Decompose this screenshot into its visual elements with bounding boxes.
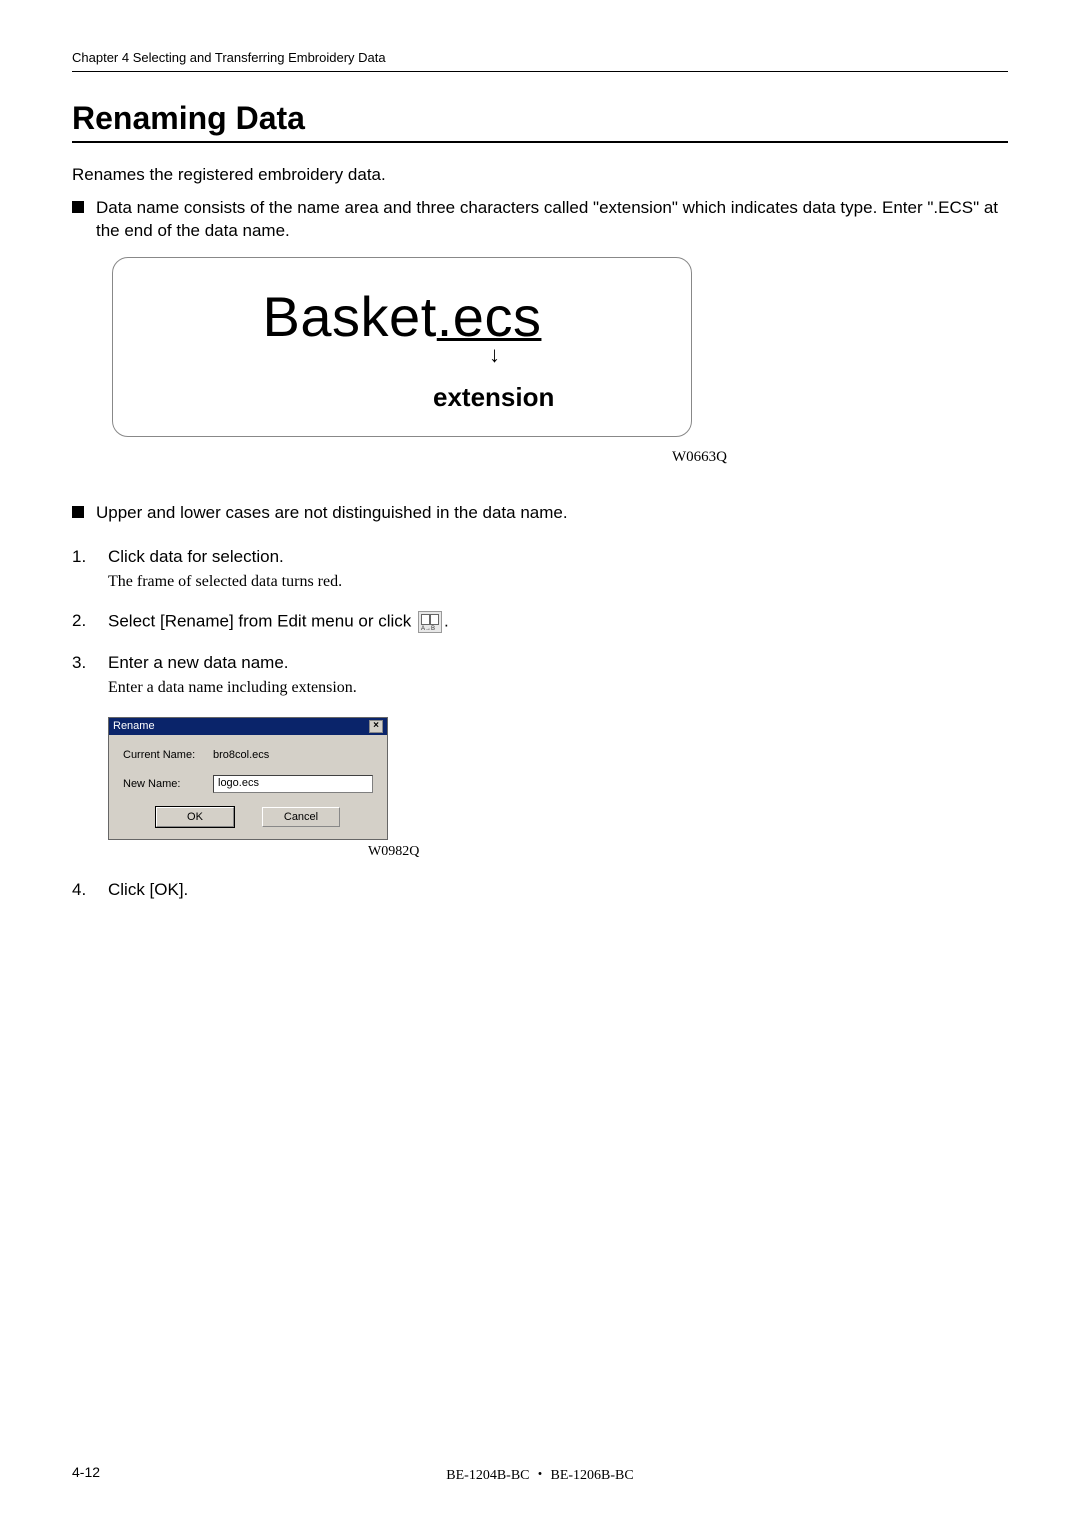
step-number: 3.	[72, 653, 108, 673]
step-2: 2. Select [Rename] from Edit menu or cli…	[72, 611, 1008, 633]
dialog-title-text: Rename	[113, 720, 155, 732]
current-name-value: bro8col.ecs	[213, 749, 269, 761]
step-4: 4. Click [OK].	[72, 880, 1008, 900]
new-name-row: New Name: logo.ecs	[123, 775, 373, 793]
arrow-down-icon: ↓	[489, 344, 500, 366]
page-footer: 4-12 BE-1204B-BC ・ BE-1206B-BC	[72, 1464, 1008, 1480]
rename-dialog-wrap: Rename × Current Name: bro8col.ecs New N…	[108, 717, 1008, 840]
current-name-row: Current Name: bro8col.ecs	[123, 749, 373, 761]
diagram-container: Basket.ecs ↓ extension	[112, 257, 1008, 437]
step-1: 1. Click data for selection. The frame o…	[72, 547, 1008, 591]
bullet-square-icon	[72, 506, 84, 518]
page-header: Chapter 4 Selecting and Transferring Emb…	[72, 50, 1008, 72]
step-text: Click data for selection.	[108, 547, 284, 567]
extension-label: extension	[433, 382, 554, 413]
diagram-code: W0663Q	[672, 449, 1008, 466]
diagram-box: Basket.ecs ↓ extension	[112, 257, 692, 437]
dialog-code: W0982Q	[368, 844, 1008, 860]
bullet-text-1: Data name consists of the name area and …	[96, 197, 1008, 243]
step-text: Select [Rename] from Edit menu or click …	[108, 611, 449, 633]
rename-dialog: Rename × Current Name: bro8col.ecs New N…	[108, 717, 388, 840]
dialog-body: Current Name: bro8col.ecs New Name: logo…	[109, 735, 387, 839]
step-number: 2.	[72, 611, 108, 631]
step-subtext: The frame of selected data turns red.	[108, 573, 1008, 591]
dialog-titlebar: Rename ×	[109, 718, 387, 735]
rename-icon: A→B	[418, 611, 442, 633]
ok-button[interactable]: OK	[156, 807, 234, 827]
current-name-label: Current Name:	[123, 749, 213, 761]
step-text: Click [OK].	[108, 880, 188, 900]
page-title: Renaming Data	[72, 100, 1008, 143]
step-3: 3. Enter a new data name. Enter a data n…	[72, 653, 1008, 860]
step-number: 1.	[72, 547, 108, 567]
product-model: BE-1204B-BC ・ BE-1206B-BC	[446, 1464, 633, 1484]
step-subtext: Enter a data name including extension.	[108, 679, 1008, 697]
step-text-pre: Select [Rename] from Edit menu or click	[108, 611, 416, 630]
intro-text: Renames the registered embroidery data.	[72, 165, 1008, 185]
bullet-item-2: Upper and lower cases are not distinguis…	[72, 502, 1008, 525]
page-number: 4-12	[72, 1464, 100, 1480]
new-name-input[interactable]: logo.ecs	[213, 775, 373, 793]
filename-base: Basket	[263, 285, 437, 348]
bullet-item-1: Data name consists of the name area and …	[72, 197, 1008, 243]
step-text-post: .	[444, 611, 449, 630]
bullet-text-2: Upper and lower cases are not distinguis…	[96, 502, 568, 525]
close-icon[interactable]: ×	[369, 720, 383, 733]
dialog-buttons: OK Cancel	[123, 807, 373, 827]
chapter-text: Chapter 4 Selecting and Transferring Emb…	[72, 50, 386, 65]
bullet-square-icon	[72, 201, 84, 213]
step-number: 4.	[72, 880, 108, 900]
filename-ext: .ecs	[437, 285, 542, 348]
step-text: Enter a new data name.	[108, 653, 289, 673]
new-name-label: New Name:	[123, 778, 213, 790]
rename-icon-label: A→B	[421, 626, 435, 632]
cancel-button[interactable]: Cancel	[262, 807, 340, 827]
filename-example: Basket.ecs	[143, 284, 661, 349]
